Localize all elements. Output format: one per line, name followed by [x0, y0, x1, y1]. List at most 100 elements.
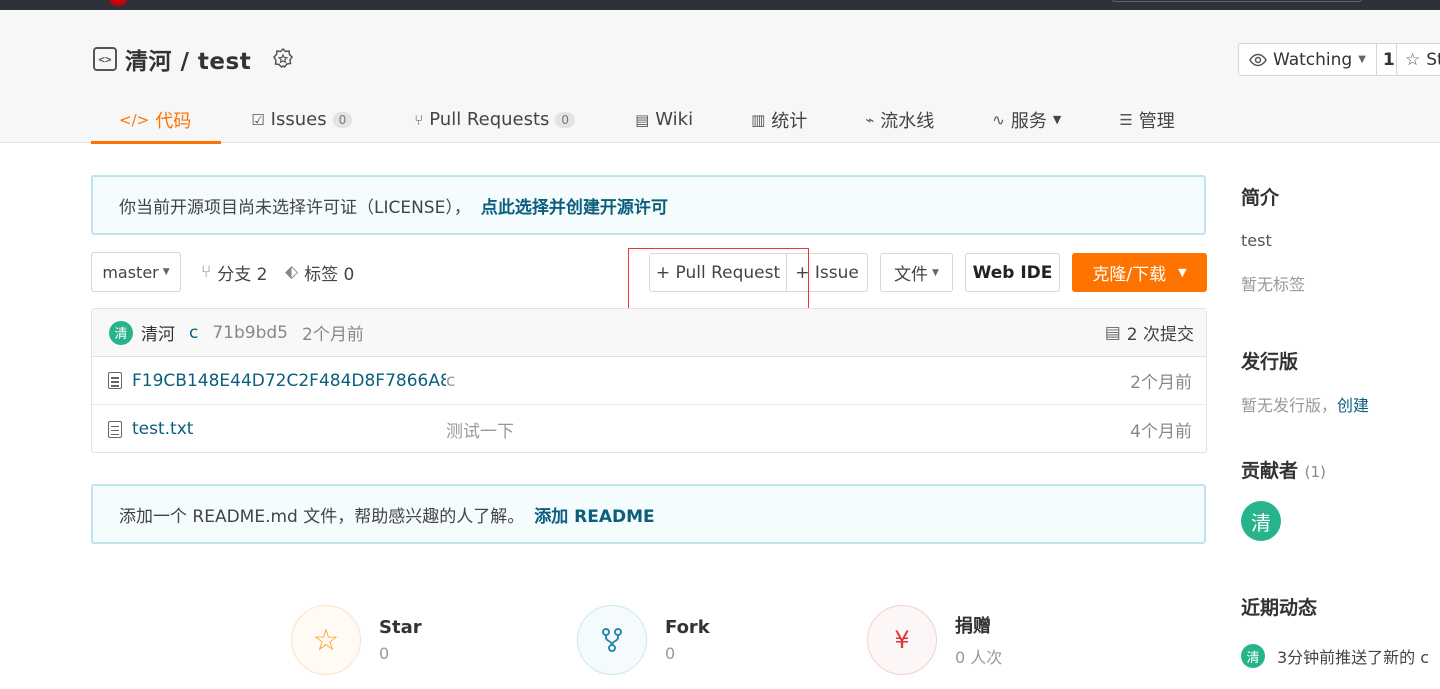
- create-release-link[interactable]: 创建: [1337, 396, 1369, 415]
- caret-down-icon: ▼: [1358, 54, 1366, 65]
- tab-code[interactable]: </> 代码: [91, 96, 222, 144]
- tab-label: Issues: [270, 109, 327, 130]
- file-icon: [108, 420, 122, 438]
- tab-stats[interactable]: ▥ 统计: [723, 96, 837, 143]
- tab-admin[interactable]: ☰ 管理: [1091, 96, 1204, 143]
- tag-icon: ⬖: [285, 262, 299, 282]
- star-label: St: [1426, 49, 1440, 70]
- clone-label: 克隆/下载: [1092, 265, 1167, 285]
- intro-title: 简介: [1241, 187, 1280, 209]
- watch-button[interactable]: Watching ▼ 1: [1238, 43, 1402, 76]
- tab-label: 管理: [1138, 110, 1175, 132]
- star-button[interactable]: ☆ St: [1396, 43, 1440, 76]
- tags-link[interactable]: ⬖ 标签 0: [285, 252, 354, 292]
- release-title: 发行版: [1241, 351, 1299, 373]
- file-icon: [108, 372, 122, 389]
- issues-count-badge: 0: [332, 111, 353, 128]
- file-name[interactable]: F19CB148E44D72C2F484D8F7866A84...: [132, 371, 446, 391]
- repo-tabs: </> 代码 ☑ Issues 0 ⑂ Pull Requests 0 ▤ Wi…: [91, 96, 1205, 144]
- top-navbar: [0, 0, 1440, 10]
- tab-services[interactable]: ∿ 服务 ▼: [964, 96, 1091, 143]
- repo-sidebar: 简介 test 暂无标签 发行版 暂无发行版，创建 贡献者 (1) 清 近期动态…: [1241, 175, 1440, 668]
- donate-stat[interactable]: ¥ 捐赠 0 人次: [867, 605, 1002, 675]
- avatar[interactable]: 清: [1241, 501, 1281, 541]
- code-repo-icon: <>: [93, 47, 117, 71]
- caret-down-icon: ▼: [1178, 266, 1187, 279]
- commit-count: 2 次提交: [1126, 325, 1194, 345]
- commit-message[interactable]: c: [189, 323, 198, 343]
- latest-commit-row: 清 清河 c 71b9bd5 2个月前 ▤ 2 次提交: [92, 309, 1206, 357]
- branches-label: 分支 2: [217, 264, 268, 285]
- table-row: test.txt 测试一下 4个月前: [92, 405, 1206, 453]
- contributors-title: 贡献者 (1): [1241, 456, 1440, 483]
- repo-toolbar: master ▼ ⑂ 分支 2 ⬖ 标签 0 + Pull Request + …: [91, 252, 1207, 293]
- pipeline-icon: ⌁: [865, 110, 875, 129]
- search-input[interactable]: [1112, 0, 1362, 2]
- tab-label: 流水线: [880, 110, 935, 132]
- file-commit-message[interactable]: c: [446, 371, 455, 391]
- branch-name: master: [102, 262, 159, 282]
- star-stat[interactable]: ☆ Star 0: [291, 605, 422, 675]
- recommend-badge-icon[interactable]: [271, 47, 295, 71]
- table-row: F19CB148E44D72C2F484D8F7866A84... c 2个月前: [92, 357, 1206, 405]
- stat-value: 0: [665, 644, 676, 663]
- release-info: 暂无发行版，创建: [1241, 392, 1440, 416]
- tab-wiki[interactable]: ▤ Wiki: [605, 96, 723, 143]
- branches-link[interactable]: ⑂ 分支 2: [201, 252, 267, 292]
- branch-select[interactable]: master ▼: [91, 252, 181, 292]
- stat-label: Fork: [665, 617, 710, 638]
- caret-down-icon: ▼: [1052, 113, 1062, 126]
- tags-label: 标签 0: [304, 264, 355, 285]
- logo[interactable]: [108, 0, 128, 6]
- commit-time: 2个月前: [302, 325, 364, 345]
- repo-title-area: <> 清河 / test: [93, 42, 295, 76]
- settings-doc-icon: ☰: [1119, 110, 1133, 129]
- stat-label: Star: [379, 617, 422, 638]
- file-time: 2个月前: [1130, 373, 1192, 393]
- file-dropdown[interactable]: 文件 ▼: [880, 253, 953, 292]
- no-release-text: 暂无发行版，: [1241, 396, 1338, 415]
- bar-chart-icon: ▥: [751, 110, 766, 129]
- readme-notice-text: 添加一个 README.md 文件，帮助感兴趣的人了解。: [119, 506, 525, 527]
- commit-sha[interactable]: 71b9bd5: [212, 323, 288, 343]
- repo-title[interactable]: 清河 / test: [125, 42, 251, 76]
- branch-icon: ⑂: [201, 262, 212, 282]
- file-commit-message[interactable]: 测试一下: [446, 417, 514, 442]
- tab-pipeline[interactable]: ⌁ 流水线: [837, 96, 964, 143]
- tab-label: 服务: [1010, 110, 1047, 132]
- avatar[interactable]: 清: [109, 320, 133, 345]
- watch-label: Watching: [1273, 49, 1353, 70]
- stat-label: 捐赠: [955, 616, 991, 637]
- add-readme-link[interactable]: 添加 README: [534, 502, 654, 527]
- commit-count-link[interactable]: ▤ 2 次提交: [1105, 320, 1194, 346]
- fork-stat[interactable]: Fork 0: [577, 605, 710, 675]
- eye-icon: [1249, 53, 1267, 66]
- book-icon: ▤: [635, 110, 650, 129]
- file-label: 文件: [894, 265, 929, 285]
- stat-value: 0 人次: [955, 648, 1003, 667]
- tab-label: Pull Requests: [429, 109, 550, 130]
- new-issue-button[interactable]: + Issue: [786, 253, 868, 292]
- avatar[interactable]: 清: [1241, 644, 1265, 668]
- repo-header: <> 清河 / test Watching ▼ 1 ☆ St </> 代码 ☑ …: [0, 10, 1440, 144]
- new-pull-request-button[interactable]: + Pull Request: [649, 253, 787, 292]
- readme-notice: 添加一个 README.md 文件，帮助感兴趣的人了解。 添加 README: [91, 484, 1206, 544]
- clone-download-button[interactable]: 克隆/下载 ▼: [1072, 253, 1207, 292]
- file-name[interactable]: test.txt: [132, 419, 446, 439]
- tab-issues[interactable]: ☑ Issues 0: [221, 96, 382, 143]
- create-license-link[interactable]: 点此选择并创建开源许可: [481, 193, 668, 218]
- caret-down-icon: ▼: [932, 267, 939, 278]
- commit-author[interactable]: 清河: [141, 320, 175, 345]
- file-time: 4个月前: [1130, 421, 1192, 442]
- pr-count-badge: 0: [555, 111, 576, 128]
- contributors-count: (1): [1304, 463, 1326, 481]
- caret-down-icon: ▼: [162, 267, 170, 277]
- intro-text: test: [1241, 231, 1272, 250]
- activity-item: 清 3分钟前推送了新的 c: [1241, 644, 1440, 668]
- license-notice: 你当前开源项目尚未选择许可证（LICENSE）， 点此选择并创建开源许可: [91, 175, 1206, 235]
- tab-pull-requests[interactable]: ⑂ Pull Requests 0: [382, 96, 605, 143]
- web-ide-button[interactable]: Web IDE: [965, 253, 1060, 292]
- code-icon: </>: [119, 110, 150, 129]
- file-list: 清 清河 c 71b9bd5 2个月前 ▤ 2 次提交 F19CB148E44D…: [91, 308, 1207, 453]
- tab-label: 统计: [771, 110, 808, 132]
